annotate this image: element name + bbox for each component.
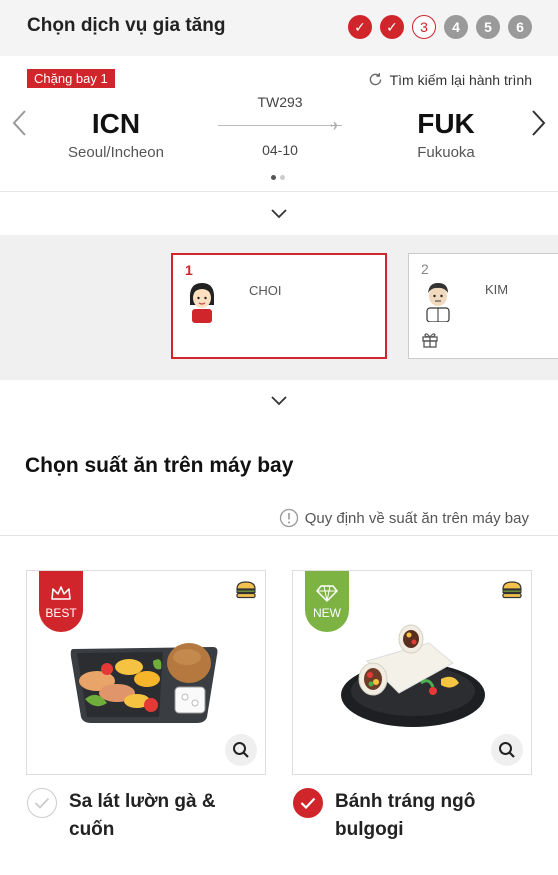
meal-rules-label: Quy định về suất ăn trên máy bay — [304, 509, 529, 527]
expand-toggle[interactable] — [0, 193, 558, 235]
badge-label: NEW — [313, 606, 341, 620]
passenger-strip: 1 CHOI 2 KIM — [0, 235, 558, 380]
checkbox-unchecked[interactable] — [27, 788, 57, 818]
magnifier-icon — [233, 742, 249, 758]
passenger-number: 1 — [185, 262, 193, 278]
check-icon — [300, 797, 316, 809]
crown-icon — [51, 586, 71, 600]
female-avatar-icon — [189, 283, 215, 323]
page-header: Chọn dịch vụ gia tăng ✓ ✓ 3 4 5 6 — [0, 0, 558, 56]
burger-icon — [236, 581, 256, 599]
check-icon — [34, 797, 50, 809]
departure-airport: ICN Seoul/Incheon — [56, 108, 176, 161]
research-label: Tìm kiếm lại hành trình — [389, 71, 532, 88]
step-indicator: ✓ ✓ 3 4 5 6 — [348, 15, 532, 39]
meal-option[interactable]: Sa lát lườn gà & cuốn — [27, 788, 249, 844]
route-line: ✈ — [218, 118, 342, 133]
route-info: TW293 ✈ 04-10 — [218, 94, 342, 158]
chevron-down-icon — [271, 396, 287, 406]
leg-badge: Chặng bay 1 — [27, 69, 115, 88]
male-avatar-icon — [426, 283, 450, 322]
passenger-name: KIM — [485, 282, 509, 297]
passenger-card[interactable]: 1 CHOI — [171, 253, 387, 359]
info-icon — [279, 508, 298, 528]
step-6: 6 — [508, 15, 532, 39]
carousel-dot — [271, 175, 276, 180]
departure-code: ICN — [91, 108, 141, 139]
flight-number: TW293 — [257, 94, 303, 110]
step-1-done: ✓ — [348, 15, 372, 39]
meal-name: Bánh tráng ngô bulgogi — [335, 791, 476, 840]
collapse-toggle[interactable] — [0, 380, 558, 422]
diamond-icon — [316, 585, 338, 602]
carousel-dot — [280, 175, 285, 180]
chevron-down-icon — [271, 209, 287, 219]
zoom-button[interactable] — [491, 734, 523, 766]
research-link[interactable]: Tìm kiếm lại hành trình — [367, 71, 532, 88]
arrival-code: FUK — [417, 108, 475, 139]
carousel-dots — [271, 175, 285, 180]
step-3-current: 3 — [412, 15, 436, 39]
meal-rules-link[interactable]: Quy định về suất ăn trên máy bay — [279, 508, 529, 528]
flight-segment: Chặng bay 1 Tìm kiếm lại hành trình ICN … — [0, 56, 558, 192]
passenger-name: CHOI — [249, 283, 282, 298]
wrap-plate-image — [341, 624, 485, 727]
step-4: 4 — [444, 15, 468, 39]
passenger-number: 2 — [421, 261, 429, 277]
salad-box-image — [70, 643, 218, 723]
plane-icon: ✈ — [329, 119, 340, 133]
refresh-icon — [369, 73, 381, 86]
step-5: 5 — [476, 15, 500, 39]
page-title: Chọn dịch vụ gia tăng — [27, 15, 226, 36]
flight-date: 04-10 — [262, 142, 298, 158]
meal-card[interactable]: BEST — [26, 570, 266, 775]
magnifier-icon — [499, 742, 515, 758]
chevron-right-icon[interactable] — [528, 108, 548, 138]
meal-card[interactable]: NEW — [292, 570, 532, 775]
meal-section-header: Chọn suất ăn trên máy bay Quy định về su… — [0, 422, 558, 536]
arrival-airport: FUK Fukuoka — [386, 108, 506, 161]
departure-city: Seoul/Incheon — [68, 144, 164, 161]
gift-icon — [422, 333, 438, 348]
checkbox-checked[interactable] — [293, 788, 323, 818]
step-2-done: ✓ — [380, 15, 404, 39]
arrival-city: Fukuoka — [417, 144, 475, 161]
chevron-left-icon[interactable] — [10, 108, 30, 138]
zoom-button[interactable] — [225, 734, 257, 766]
meal-option[interactable]: Bánh tráng ngô bulgogi — [293, 788, 515, 844]
passenger-card[interactable]: 2 KIM — [408, 253, 558, 359]
meal-name: Sa lát lườn gà & cuốn — [69, 791, 216, 840]
meal-section-title: Chọn suất ăn trên máy bay — [25, 454, 294, 477]
badge-label: BEST — [45, 606, 77, 620]
burger-icon — [502, 581, 522, 599]
